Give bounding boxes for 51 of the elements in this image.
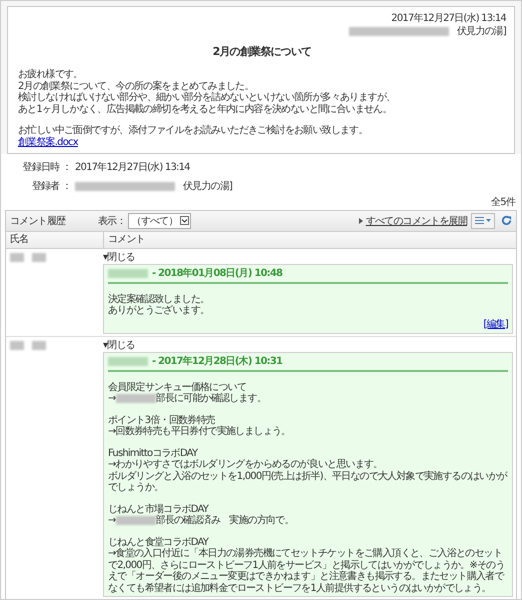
- attachment-link[interactable]: 創業祭案.docx: [18, 136, 78, 148]
- meta-value: 2017年12月27日(水) 13:14: [75, 160, 190, 174]
- collapse-toggle[interactable]: ▾閉じる: [103, 252, 135, 262]
- redacted-block: [108, 357, 148, 366]
- post-paragraph: お疲れ様です。 2月の創業祭について、今の所の案をまとめてみました。 検討しなければいけない部分や、細かい部分を詰めないといけない箇所が多々ありますが、 あと1ヶ月しかなく、広告掲載の締切を考えると年内に内容を決めないと間に合いません。: [18, 69, 396, 115]
- menu-icon: [475, 217, 484, 224]
- comment-text: ポイント3倍・回数券特売: [108, 414, 216, 426]
- redacted-block: [10, 340, 24, 350]
- comment-text: →わかりやすさではボルダリングをからめるのが良いと思います。: [108, 459, 384, 470]
- redacted-block: [32, 340, 46, 350]
- post-paragraph: お忙しい中ご面倒ですが、添付ファイルをお読みいただきご検討をお願い致します。: [18, 125, 369, 136]
- filter-dropdown[interactable]: （すべて）: [128, 212, 191, 228]
- post-author: 伏見力の湯]: [456, 25, 506, 38]
- redacted-block: [116, 516, 156, 525]
- post-date: 2017年12月27日(水) 13:14: [391, 12, 506, 25]
- comment-text: ボルダリングと入浴のセットを1,000円(売上は折半)、平日なので大人対象で実施するのはいかがでしょうか。: [108, 470, 508, 494]
- triangle-icon: [358, 218, 363, 224]
- comment-text: ありがとうございます。: [108, 305, 210, 316]
- refresh-icon[interactable]: [501, 215, 512, 226]
- comment-date: - 2018年01月08日(月) 10:48: [152, 266, 282, 280]
- comment-text: →: [108, 515, 116, 526]
- redacted-block: [32, 252, 46, 262]
- toolbar-title: コメント履歴: [10, 214, 67, 228]
- total-count: 全5件: [490, 196, 516, 210]
- comment-text: →食堂の入口付近に「本日力の湯券売機にてセットチケットをご購入頂くと、ご入浴とのセットで2,000円、さらにローストビーフ1人前をサービス」と掲示してはいかがでしょうか。※そのうえで「オーダー後のメニュー変更はできかねます」と注意書きも掲示する。またセット購入者でなくても希望者には追加料金でローストビーフを1人前提供するというのはいかがでしょう。: [108, 548, 506, 594]
- comment-text: じねんと食堂コラボDAY: [108, 536, 210, 548]
- meta-label: 登録日時 ：: [22, 160, 71, 174]
- caret-icon: [180, 216, 189, 225]
- list-menu-button[interactable]: [471, 212, 495, 228]
- redacted-block: [108, 269, 148, 278]
- redacted-block: [10, 252, 24, 262]
- redacted-block: [116, 394, 156, 403]
- comment-text: 会員限定サンキュー価格について: [108, 382, 248, 392]
- meta-label: 登録者 ：: [30, 180, 71, 194]
- post-title: 2月の創業祭について: [212, 44, 312, 59]
- comment-text: 部長に可能か確認します。: [156, 393, 266, 404]
- comment-text: FushimittoコラボDAY: [108, 448, 199, 459]
- collapse-toggle[interactable]: ▾閉じる: [103, 340, 135, 350]
- caret-icon: [486, 219, 491, 222]
- comment-text: じねんと市場コラボDAY: [108, 504, 210, 514]
- expand-all-link[interactable]: すべてのコメントを展開: [366, 214, 467, 228]
- comment-text: →: [108, 393, 116, 404]
- column-header: コメント: [103, 232, 516, 248]
- meta-value: 伏見力の湯]: [183, 180, 232, 194]
- edit-link[interactable]: [編集]: [483, 318, 508, 330]
- comment-date: - 2017年12月28日(木) 10:31: [152, 354, 282, 368]
- comment-text: 部長の確認済み 実施の方向で。: [156, 515, 294, 526]
- filter-label: 表示：: [98, 214, 126, 228]
- column-header: 氏名: [9, 232, 30, 246]
- comment-text: 決定案確認致しました。: [108, 294, 210, 305]
- comment-text: →回数券特売も平日券付で実施しましょう。: [108, 426, 292, 438]
